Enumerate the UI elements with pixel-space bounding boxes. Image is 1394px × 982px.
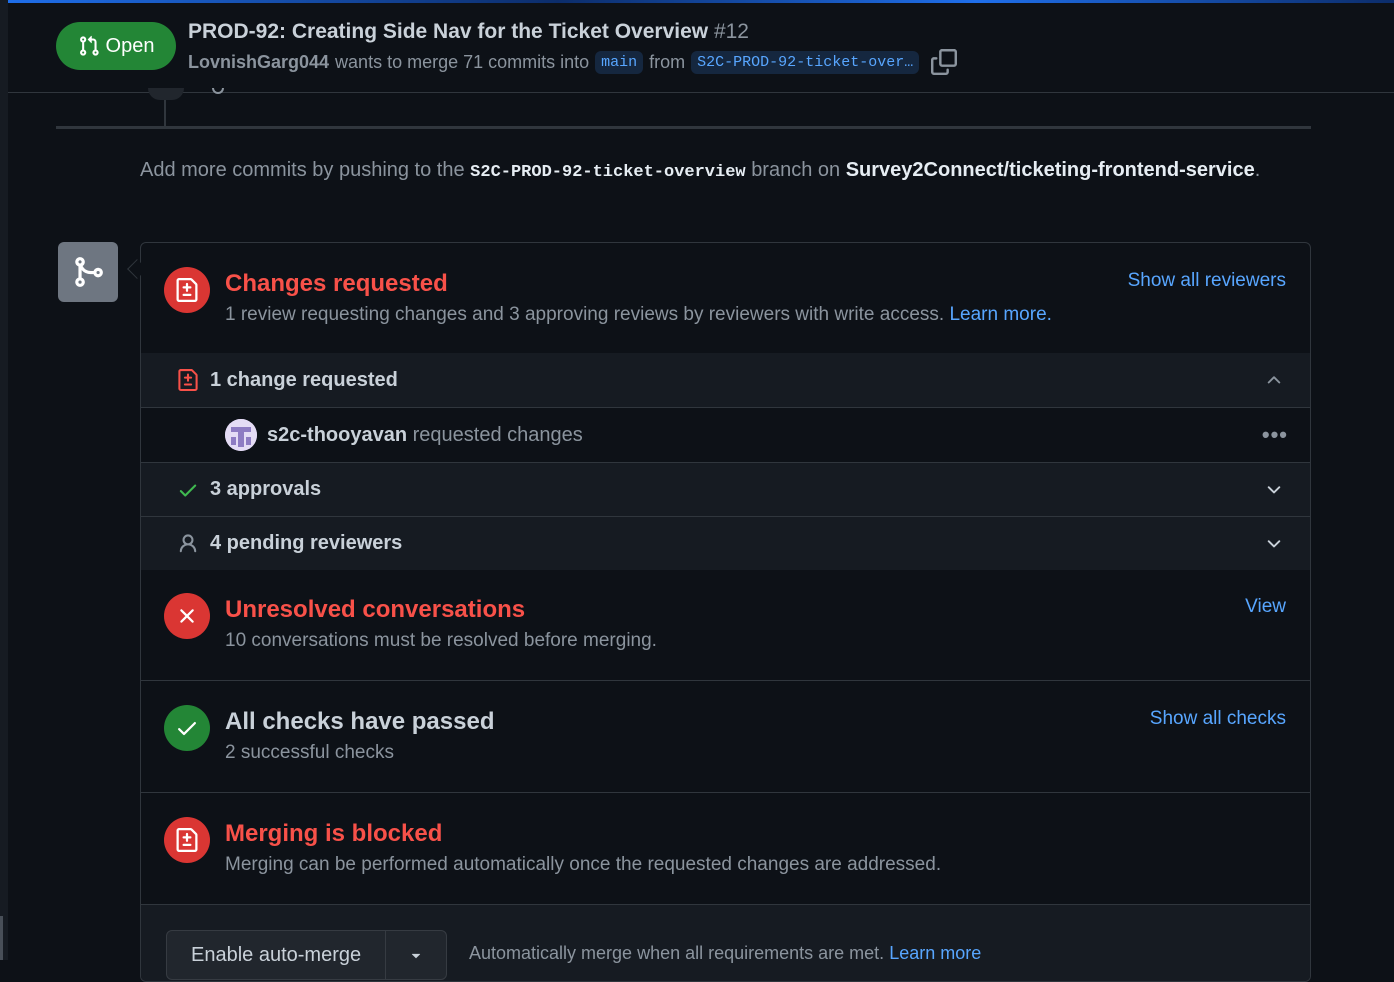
changes-requested-section: Changes requested 1 review requesting ch… xyxy=(141,243,1310,570)
reviewer-text: s2c-thooyavan requested changes xyxy=(267,424,583,447)
add-commits-suffix: . xyxy=(1254,159,1261,181)
add-commits-prefix: Add more commits by pushing to the xyxy=(140,159,465,181)
head-branch[interactable]: S2C-PROD-92-ticket-over… xyxy=(691,50,920,74)
changes-requested-count: 1 change requested xyxy=(210,368,398,391)
chevron-down-icon[interactable] xyxy=(1264,534,1284,554)
reviewer-action: requested changes xyxy=(412,423,583,446)
auto-merge-button-group: Enable auto-merge xyxy=(166,930,448,980)
unresolved-conversations-section: Unresolved conversations 10 conversation… xyxy=(141,569,1310,681)
changes-requested-title: Changes requested xyxy=(225,270,448,297)
chevron-up-icon[interactable] xyxy=(1264,370,1284,390)
triangle-down-icon xyxy=(412,953,421,959)
pull-request-icon xyxy=(79,35,99,56)
left-edge-panel xyxy=(0,0,8,960)
blocked-desc: Merging can be performed automatically o… xyxy=(225,854,942,875)
pr-title: PROD-92: Creating Side Nav for the Ticke… xyxy=(188,20,749,44)
changes-status-icon xyxy=(164,267,210,313)
auto-merge-area: Enable auto-merge Automatically merge wh… xyxy=(141,905,1310,981)
base-branch[interactable]: main xyxy=(595,50,644,74)
changes-desc-text: 1 review requesting changes and 3 approv… xyxy=(225,304,945,325)
head-branch-name: S2C-PROD-92-ticket-overview xyxy=(470,163,746,182)
timeline-event-icon xyxy=(212,88,224,94)
chevron-down-icon[interactable] xyxy=(1264,480,1284,500)
left-edge-scroll-handle[interactable] xyxy=(0,916,3,960)
file-diff-icon xyxy=(178,369,198,391)
kebab-menu-icon[interactable]: ••• xyxy=(1262,422,1288,448)
blocked-title: Merging is blocked xyxy=(225,820,443,847)
approvals-count: 3 approvals xyxy=(210,478,322,500)
timeline-avatar-remnant xyxy=(148,88,184,100)
identicon-image xyxy=(225,419,257,451)
merge-text: wants to merge 71 commits into xyxy=(335,51,590,72)
file-diff-icon xyxy=(176,278,198,302)
changes-requested-row[interactable]: 1 change requested xyxy=(141,353,1310,407)
reviewer-row: s2c-thooyavan requested changes ••• xyxy=(141,407,1310,462)
add-commits-middle: branch on xyxy=(751,159,841,181)
pr-number: #12 xyxy=(713,20,749,43)
show-all-checks-link[interactable]: Show all checks xyxy=(1150,708,1286,730)
merge-status-avatar xyxy=(58,242,118,302)
pr-title-text: PROD-92: Creating Side Nav for the Ticke… xyxy=(188,20,709,43)
view-conversations-link[interactable]: View xyxy=(1245,596,1286,618)
enable-auto-merge-button[interactable]: Enable auto-merge xyxy=(167,931,387,979)
timeline-divider xyxy=(56,126,1311,129)
pr-sticky-header: Open PROD-92: Creating Side Nav for the … xyxy=(8,3,1394,93)
approvals-row[interactable]: 3 approvals xyxy=(141,462,1310,516)
x-icon xyxy=(180,609,194,623)
auto-merge-learn-more-link[interactable]: Learn more xyxy=(889,943,981,963)
auto-merge-dropdown-button[interactable] xyxy=(386,931,446,979)
check-icon xyxy=(178,722,196,736)
pending-reviewers-count: 4 pending reviewers xyxy=(210,532,403,554)
checks-status-icon xyxy=(164,705,210,751)
auto-merge-text: Automatically merge when all requirement… xyxy=(469,943,885,963)
merge-box: Changes requested 1 review requesting ch… xyxy=(140,242,1311,982)
file-diff-icon xyxy=(176,828,198,852)
pr-state-label: Open xyxy=(105,34,155,57)
avatar[interactable] xyxy=(225,419,257,451)
git-merge-icon xyxy=(75,257,103,287)
auto-merge-desc: Automatically merge when all requirement… xyxy=(469,943,981,964)
changes-requested-desc: 1 review requesting changes and 3 approv… xyxy=(225,304,1052,326)
pr-author-link[interactable]: LovnishGarg044 xyxy=(188,52,329,73)
person-icon xyxy=(179,533,197,552)
unresolved-status-icon xyxy=(164,593,210,639)
pr-state-badge[interactable]: Open xyxy=(56,22,176,70)
blocked-status-icon xyxy=(164,817,210,863)
timeline-line xyxy=(164,100,166,126)
pr-meta: LovnishGarg044 wants to merge 71 commits… xyxy=(188,49,958,75)
from-text: from xyxy=(649,51,686,72)
unresolved-title: Unresolved conversations xyxy=(225,596,526,623)
checks-title: All checks have passed xyxy=(225,708,495,735)
pending-reviewers-row[interactable]: 4 pending reviewers xyxy=(141,516,1310,570)
reviewer-name[interactable]: s2c-thooyavan xyxy=(267,424,407,446)
add-commits-hint: Add more commits by pushing to the S2C-P… xyxy=(140,154,1280,189)
unresolved-desc: 10 conversations must be resolved before… xyxy=(225,630,657,651)
repo-name[interactable]: Survey2Connect/ticketing-frontend-servic… xyxy=(846,159,1255,181)
check-icon xyxy=(179,484,197,497)
checks-desc: 2 successful checks xyxy=(225,742,394,763)
copy-icon[interactable] xyxy=(931,49,958,75)
show-all-reviewers-link[interactable]: Show all reviewers xyxy=(1128,270,1286,292)
checks-section: All checks have passed 2 successful chec… xyxy=(141,681,1310,793)
learn-more-link[interactable]: Learn more. xyxy=(949,304,1051,325)
merging-blocked-section: Merging is blocked Merging can be perfor… xyxy=(141,793,1310,905)
